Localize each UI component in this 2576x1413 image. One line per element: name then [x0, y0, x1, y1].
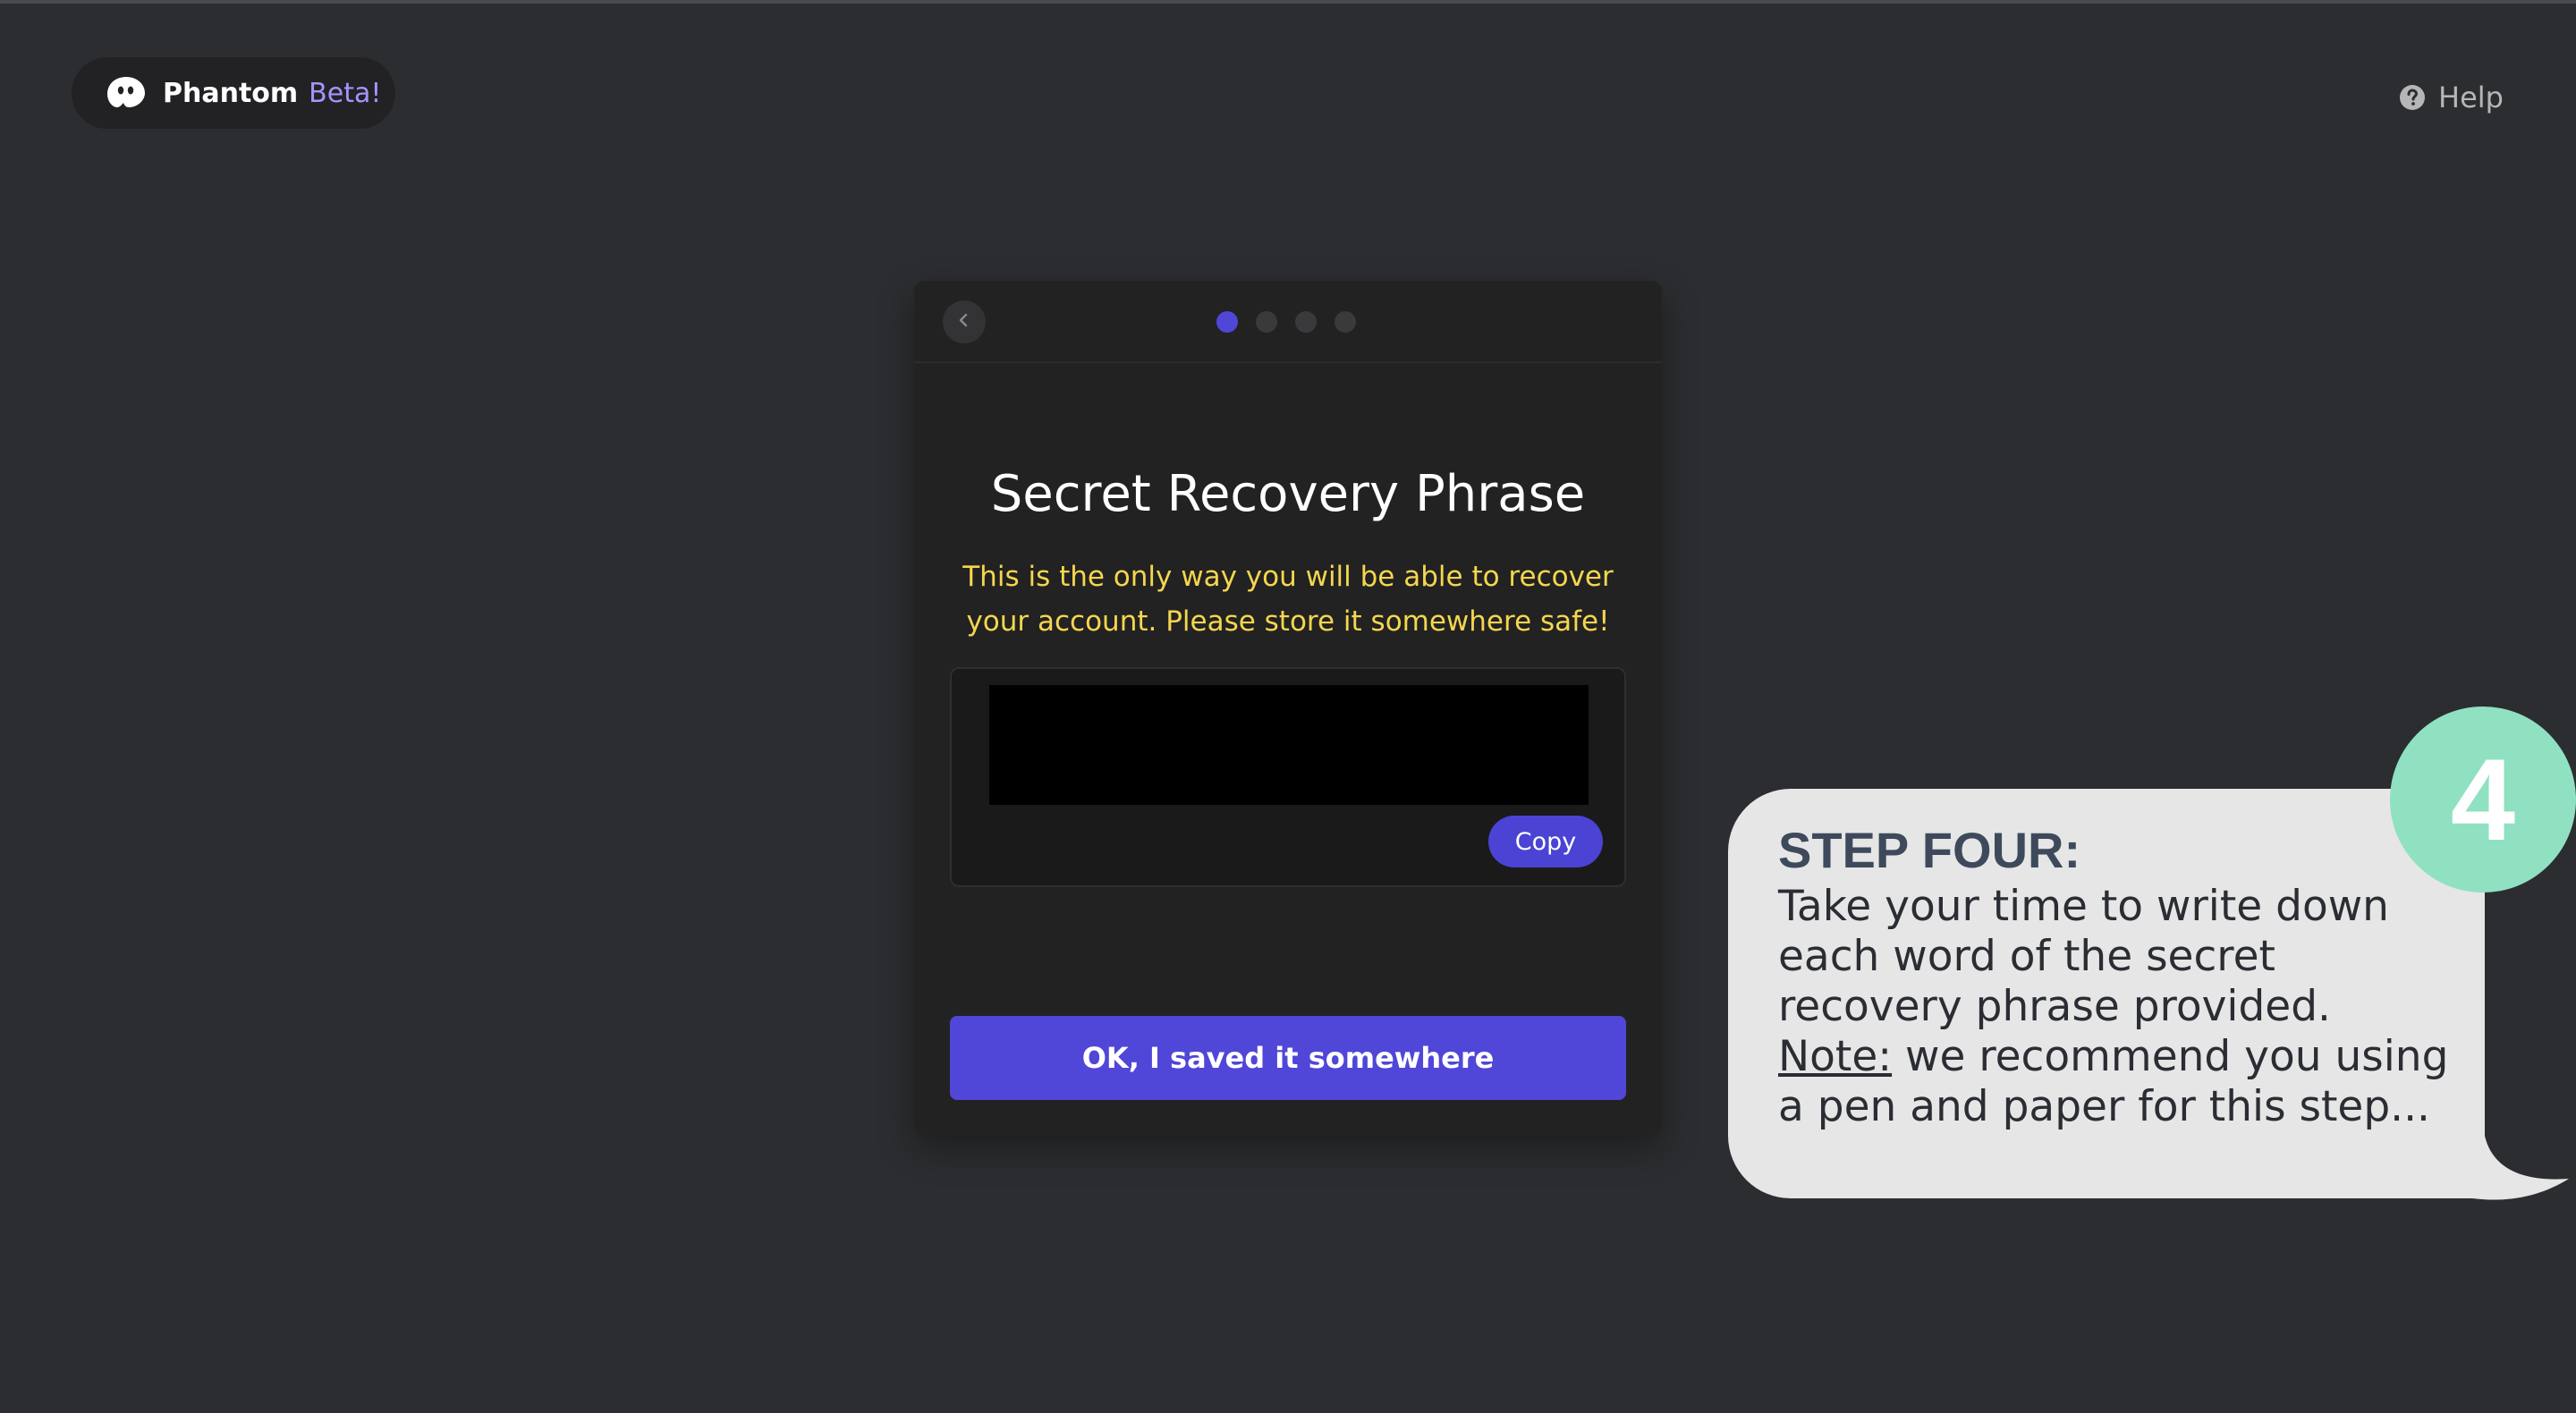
help-link[interactable]: Help [2399, 80, 2504, 115]
recovery-phrase-redacted [989, 685, 1589, 805]
step-indicator [1216, 311, 1374, 333]
phantom-ghost-icon [106, 75, 147, 111]
callout-body-text: Take your time to write down each word o… [1778, 882, 2389, 1031]
back-button[interactable] [943, 300, 986, 343]
step-dot-3 [1295, 311, 1317, 333]
step-dot-4 [1335, 311, 1356, 333]
step-dot-1 [1216, 311, 1238, 333]
modal-header [914, 281, 1662, 363]
recovery-phrase-modal: Secret Recovery Phrase This is the only … [914, 281, 1662, 1136]
help-label: Help [2438, 80, 2504, 114]
warning-text: This is the only way you will be able to… [962, 561, 1614, 638]
confirm-saved-button[interactable]: OK, I saved it somewhere [950, 1016, 1626, 1100]
chevron-left-icon [955, 311, 973, 333]
callout-note-label: Note: [1778, 1032, 1893, 1081]
question-circle-icon [2399, 84, 2426, 111]
top-border [0, 0, 2576, 4]
modal-title: Secret Recovery Phrase [990, 465, 1586, 523]
callout-heading: STEP FOUR: [1778, 822, 2081, 878]
step-dot-2 [1256, 311, 1277, 333]
phrase-box: Copy [950, 667, 1626, 887]
copy-button[interactable]: Copy [1488, 816, 1603, 867]
callout-body: Take your time to write down each word o… [1778, 882, 2458, 1132]
brand-name: Phantom [163, 77, 299, 109]
step-number-badge: 4 [2390, 706, 2576, 893]
brand-pill[interactable]: Phantom Beta! [72, 57, 395, 129]
beta-badge: Beta! [309, 77, 382, 109]
callout-content: STEP FOUR: Take your time to write down … [1778, 819, 2458, 1132]
